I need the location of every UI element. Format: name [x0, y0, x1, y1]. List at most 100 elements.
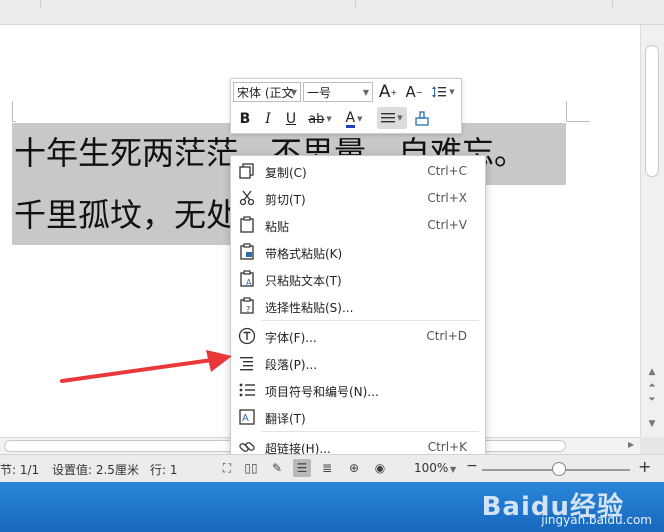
- underline-icon: U: [285, 111, 297, 127]
- grow-font-button[interactable]: A +: [377, 81, 399, 103]
- grow-font-icon: A: [378, 82, 391, 102]
- menu-item-shortcut: Ctrl+K: [427, 440, 467, 454]
- menu-item-shortcut: Ctrl+C: [427, 164, 467, 178]
- menu-item-paste[interactable]: 粘贴 Ctrl+V: [231, 211, 485, 238]
- menu-item-bullets-numbering[interactable]: 项目符号和编号(N)...: [231, 376, 485, 403]
- strikethrough-button[interactable]: ab ▼: [305, 108, 335, 130]
- svg-text:?: ?: [246, 305, 250, 314]
- menu-separator: [261, 431, 479, 432]
- menu-item-label: 字体(F)...: [265, 331, 317, 345]
- top-ruler: [0, 0, 664, 25]
- paste-icon: [240, 216, 254, 233]
- fullscreen-icon: ⛶: [222, 460, 232, 475]
- row-indicator: 行: 1: [150, 463, 178, 477]
- paste-format-icon: [240, 243, 254, 260]
- scroll-up-arrow-icon[interactable]: ▲: [645, 367, 659, 377]
- page-view-button[interactable]: ☰: [293, 459, 311, 477]
- menu-item-paste-special[interactable]: ? 选择性粘贴(S)...: [231, 292, 485, 319]
- reading-view-button[interactable]: ▯▯: [242, 459, 260, 477]
- zoom-in-button[interactable]: +: [638, 457, 651, 476]
- paste-text-icon: A: [240, 270, 254, 287]
- font-color-button[interactable]: A ▼: [341, 108, 367, 130]
- format-painter-icon: [415, 111, 429, 126]
- menu-item-label: 粘贴: [265, 220, 290, 234]
- menu-separator: [261, 320, 479, 321]
- italic-icon: I: [265, 111, 271, 127]
- menu-item-shortcut: Ctrl+D: [426, 329, 467, 343]
- margin-corner-mark: [12, 121, 16, 122]
- menu-item-paste-text-only[interactable]: A 只粘贴文本(T): [231, 265, 485, 292]
- floating-format-toolbar: 宋体 (正文 ▼ 一号 ▼ A + A − ▼ B I U ab ▼ A ▼ ▼: [230, 78, 462, 134]
- context-menu: 复制(C) Ctrl+C 剪切(T) Ctrl+X 粘贴 Ctrl+V 带格式粘…: [230, 155, 486, 461]
- font-name-combo[interactable]: 宋体 (正文 ▼: [233, 82, 301, 102]
- page-down-icon[interactable]: ⏷: [645, 395, 659, 405]
- font-name-value: 宋体 (正文: [237, 86, 294, 100]
- scroll-right-arrow-icon[interactable]: ▶: [628, 440, 634, 449]
- status-bar: 节: 1/1 设置值: 2.5厘米 行: 1 ⛶ ▯▯ ✎ ☰ ≣ ⊕ ◉ 10…: [0, 454, 664, 483]
- eye-protection-button[interactable]: ◉: [371, 459, 389, 477]
- menu-item-label: 复制(C): [265, 166, 307, 180]
- line-spacing-button[interactable]: ▼: [429, 81, 457, 103]
- font-color-icon: A: [345, 109, 356, 128]
- line-spacing-icon: [432, 86, 447, 98]
- font-size-combo[interactable]: 一号 ▼: [303, 82, 373, 102]
- font-size-value: 一号: [307, 86, 332, 100]
- svg-text:A: A: [242, 413, 249, 424]
- section-indicator: 节: 1/1: [0, 463, 40, 477]
- shrink-font-button[interactable]: A −: [403, 81, 425, 103]
- translate-icon: A: [239, 409, 255, 425]
- bold-icon: B: [239, 111, 251, 127]
- outline-view-button[interactable]: ≣: [318, 459, 336, 477]
- edit-view-button[interactable]: ✎: [268, 459, 286, 477]
- page-view-icon: ☰: [296, 461, 308, 475]
- menu-item-copy[interactable]: 复制(C) Ctrl+C: [231, 157, 485, 184]
- menu-item-paste-with-format[interactable]: 带格式粘贴(K): [231, 238, 485, 265]
- underline-button[interactable]: U: [281, 108, 301, 130]
- menu-item-label: 只粘贴文本(T): [265, 274, 342, 288]
- zoom-level[interactable]: 100%: [414, 461, 448, 475]
- bold-button[interactable]: B: [235, 108, 255, 130]
- web-view-button[interactable]: ⊕: [345, 459, 363, 477]
- eye-icon: ◉: [374, 461, 386, 475]
- bullets-icon: [239, 383, 255, 397]
- globe-icon: ⊕: [348, 461, 360, 475]
- align-button[interactable]: ▼: [377, 107, 407, 129]
- scroll-down-arrow-icon[interactable]: ▼: [645, 419, 659, 429]
- zoom-slider-thumb[interactable]: [552, 462, 566, 476]
- page-up-icon[interactable]: ⏶: [645, 381, 659, 391]
- paste-special-icon: ?: [240, 297, 254, 314]
- chevron-down-icon: ▼: [290, 88, 297, 97]
- paragraph-icon: [240, 357, 253, 371]
- book-icon: ▯▯: [244, 461, 258, 475]
- scissors-icon: [239, 190, 255, 206]
- italic-button[interactable]: I: [258, 108, 278, 130]
- font-icon: [238, 327, 256, 345]
- menu-item-shortcut: Ctrl+V: [427, 218, 467, 232]
- vertical-scrollbar[interactable]: ▲ ⏶ ⏷ ▼: [640, 25, 664, 437]
- menu-item-paragraph[interactable]: 段落(P)...: [231, 349, 485, 376]
- chevron-down-icon: ▼: [362, 88, 369, 97]
- annotation-arrow-icon: [60, 350, 232, 383]
- margin-corner-mark: [566, 121, 590, 122]
- ruler-tick: [612, 0, 613, 8]
- shrink-font-icon: A: [405, 83, 416, 101]
- ruler-tick: [40, 0, 41, 8]
- align-justify-icon: [381, 113, 396, 123]
- menu-item-label: 段落(P)...: [265, 358, 318, 372]
- fullscreen-view-button[interactable]: ⛶: [218, 459, 236, 477]
- menu-item-translate[interactable]: A 翻译(T): [231, 403, 485, 430]
- menu-item-label: 选择性粘贴(S)...: [265, 301, 354, 315]
- format-painter-button[interactable]: [411, 108, 433, 130]
- outline-icon: ≣: [321, 461, 333, 475]
- ruler-tick: [355, 0, 356, 8]
- zoom-dropdown-icon[interactable]: ▼: [450, 465, 456, 474]
- menu-item-cut[interactable]: 剪切(T) Ctrl+X: [231, 184, 485, 211]
- menu-item-shortcut: Ctrl+X: [427, 191, 467, 205]
- margin-corner-mark: [566, 101, 567, 121]
- menu-item-label: 带格式粘贴(K): [265, 247, 343, 261]
- menu-item-font[interactable]: 字体(F)... Ctrl+D: [231, 322, 485, 349]
- svg-text:A: A: [246, 278, 252, 287]
- zoom-out-button[interactable]: −: [466, 458, 478, 474]
- vertical-scroll-thumb[interactable]: [645, 45, 659, 177]
- margin-corner-mark: [12, 101, 13, 121]
